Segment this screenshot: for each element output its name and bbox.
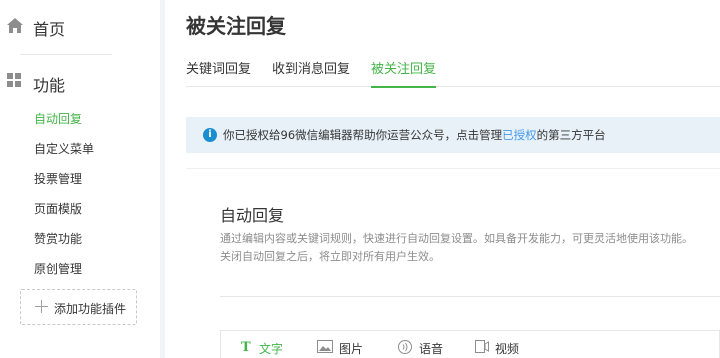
sidebar-item-auto-reply[interactable]: 自动回复 [34,110,82,127]
tool-text-label: 文字 [259,342,284,356]
notice-authorized-link[interactable]: 已授权 [502,128,537,142]
sidebar-item-reward[interactable]: 赞赏功能 [34,230,82,247]
tab-keyword-reply[interactable]: 关键词回复 [186,58,251,87]
voice-icon [398,340,412,354]
nav-section-features: 功能 [33,76,66,95]
notice-suffix: 的第三方平台 [536,128,606,142]
grid-icon [7,73,22,88]
home-icon [7,18,23,33]
panel-desc-line1: 通过编辑内容或关键词规则，快速进行自动回复设置。如具备开发能力，可更灵活地使用该… [220,232,693,245]
tab-bar: 关键词回复 收到消息回复 被关注回复 [186,54,720,88]
auto-reply-panel: 自动回复 通过编辑内容或关键词规则，快速进行自动回复设置。如具备开发能力，可更灵… [186,168,720,358]
nav-home-label: 首页 [33,20,66,39]
nav-home[interactable]: 首页 [0,0,160,54]
video-icon [475,340,489,353]
plus-icon [35,300,48,313]
auth-notice: i 你已授权给96微信编辑器帮助你运营公众号，点击管理已授权的第三方平台 [186,117,720,153]
main-content: 被关注回复 关键词回复 收到消息回复 被关注回复 i 你已授权给96微信编辑器帮… [165,0,720,358]
sidebar-divider [20,54,112,55]
panel-divider [220,296,720,297]
app-root: 首页 功能 自动回复 自定义菜单 投票管理 页面模版 赞赏功能 原创管理 添加功… [0,0,720,358]
panel-desc-line2: 关闭自动回复之后，将立即对所有用户生效。 [220,250,440,263]
sidebar-item-original[interactable]: 原创管理 [34,260,82,277]
notice-prefix: 你已授权给96微信编辑器帮助你运营公众号，点击管理 [223,128,503,142]
tool-image-label: 图片 [339,342,364,356]
tool-video-label: 视频 [495,342,520,356]
sidebar-item-page-template[interactable]: 页面模版 [34,200,82,217]
image-icon [317,340,333,353]
tab-message-reply[interactable]: 收到消息回复 [272,58,350,87]
sidebar: 首页 功能 自动回复 自定义菜单 投票管理 页面模版 赞赏功能 原创管理 添加功… [0,0,160,358]
sidebar-item-custom-menu[interactable]: 自定义菜单 [34,140,94,157]
sidebar-item-vote[interactable]: 投票管理 [34,170,82,187]
add-plugin-button[interactable]: 添加功能插件 [20,289,137,325]
info-icon: i [203,128,217,142]
reply-editor-toolbar: T 文字 图片 语音 视频 [220,330,720,358]
tab-follow-reply[interactable]: 被关注回复 [371,58,437,88]
page-title: 被关注回复 [186,14,286,38]
text-icon: T [241,340,251,355]
panel-description: 通过编辑内容或关键词规则，快速进行自动回复设置。如具备开发能力，可更灵活地使用该… [220,230,720,266]
panel-title: 自动回复 [220,206,285,225]
add-plugin-label: 添加功能插件 [54,302,127,316]
tool-voice-label: 语音 [419,342,444,356]
notice-text: 你已授权给96微信编辑器帮助你运营公众号，点击管理已授权的第三方平台 [223,127,606,143]
